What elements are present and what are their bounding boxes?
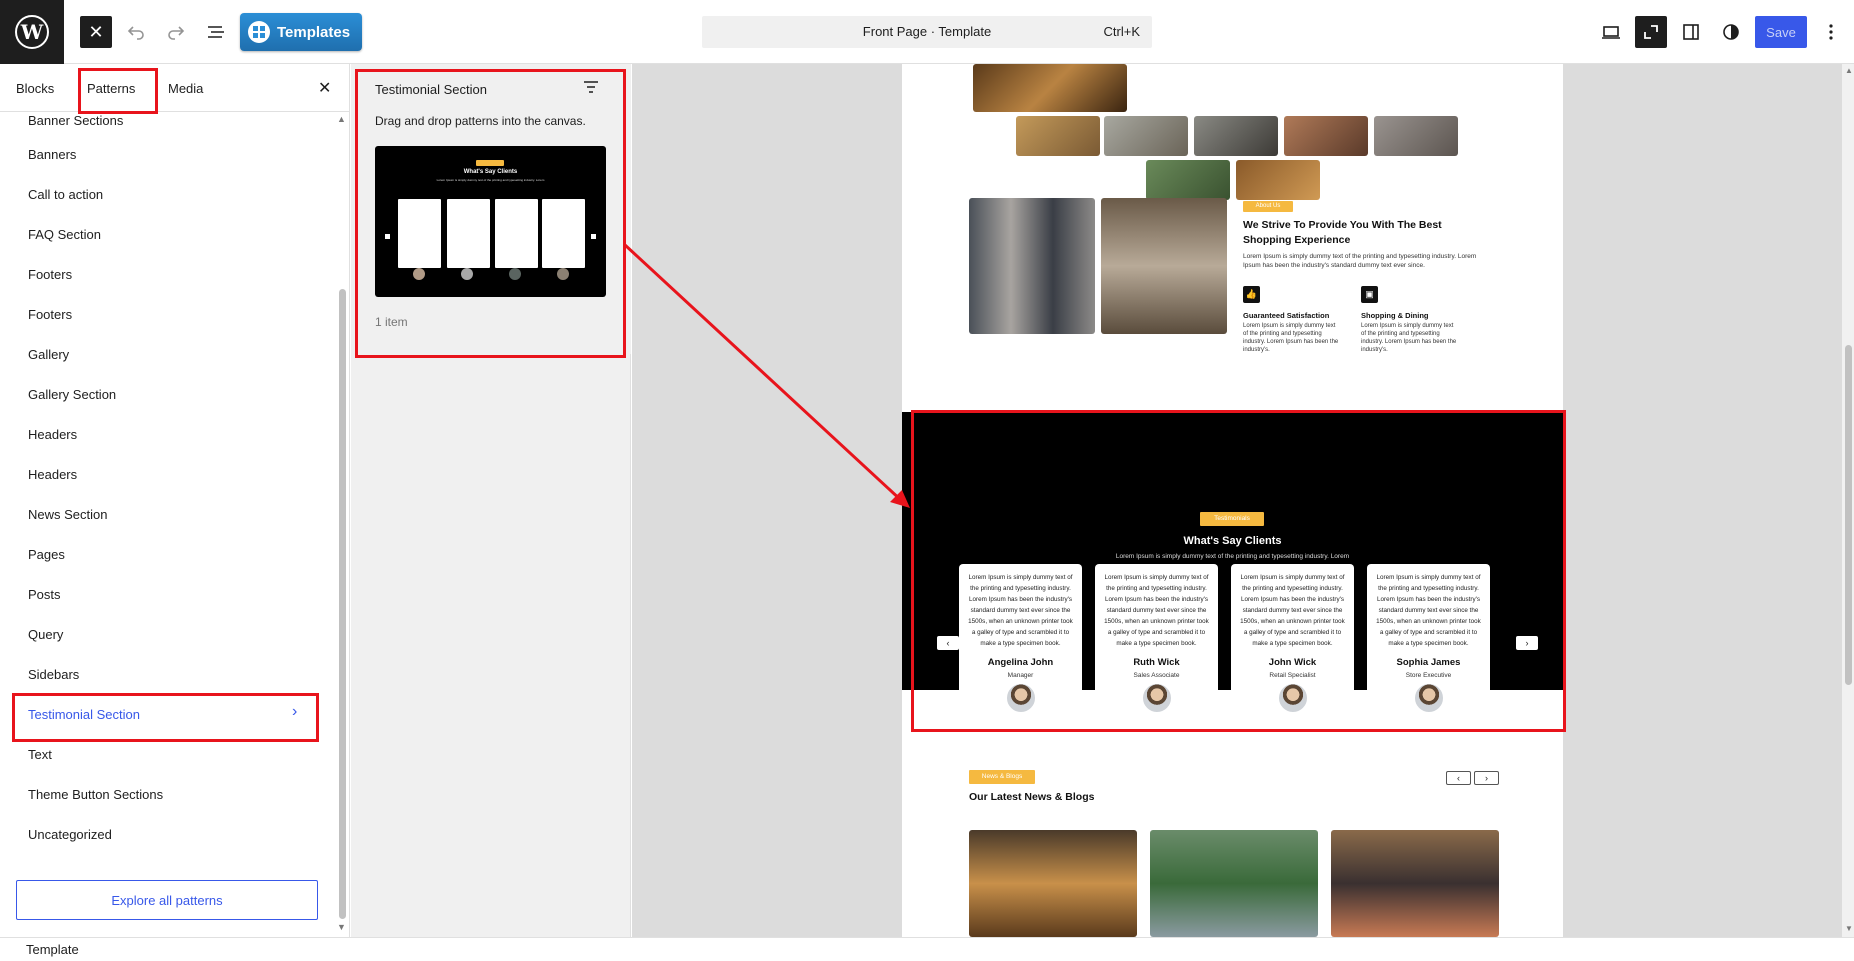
shopping-bag-icon: ▣	[1361, 286, 1378, 303]
thumbs-up-icon: 👍	[1243, 286, 1260, 303]
scroll-down-arrow-icon[interactable]: ▼	[337, 922, 346, 932]
highlight-patterns-tab	[78, 68, 158, 114]
category-item[interactable]: Banner Sections	[28, 113, 123, 128]
sidebar-scrollbar[interactable]	[339, 289, 346, 919]
category-item[interactable]: FAQ Section	[28, 227, 101, 242]
category-item[interactable]: Pages	[28, 547, 65, 562]
category-item[interactable]: Posts	[28, 587, 61, 602]
gallery-image	[1374, 116, 1458, 156]
gallery-image	[1016, 116, 1100, 156]
wordpress-logo-icon[interactable]: W	[0, 0, 64, 64]
settings-sidebar-icon[interactable]	[1675, 16, 1707, 48]
category-item[interactable]: Footers	[28, 267, 72, 282]
about-body: Lorem Ipsum is simply dummy text of the …	[1243, 253, 1477, 269]
feature-title: Shopping & Dining	[1361, 311, 1429, 320]
category-item[interactable]: Banners	[28, 147, 76, 162]
annotation-arrow-icon	[623, 243, 910, 508]
undo-icon[interactable]	[120, 16, 152, 48]
news-prev-arrow-icon[interactable]: ‹	[1446, 771, 1471, 785]
category-item[interactable]: Headers	[28, 427, 77, 442]
document-title: Front Page · Template	[862, 24, 992, 39]
scroll-up-arrow-icon[interactable]: ▲	[1845, 66, 1853, 75]
close-inserter-icon[interactable]: ✕	[318, 78, 331, 98]
gallery-image	[1146, 160, 1230, 200]
document-overview-icon[interactable]	[200, 16, 232, 48]
feature-text: Lorem Ipsum is simply dummy text of the …	[1361, 323, 1457, 353]
shortcut-hint: Ctrl+K	[1103, 24, 1140, 39]
category-item[interactable]: Sidebars	[28, 667, 79, 682]
gallery-image	[1104, 116, 1188, 156]
highlight-testimonial-category	[12, 693, 319, 742]
category-item[interactable]: Uncategorized	[28, 827, 112, 842]
close-icon[interactable]: ✕	[80, 16, 112, 48]
category-item[interactable]: Call to action	[28, 187, 103, 202]
canvas-scrollbar-thumb[interactable]	[1845, 345, 1852, 685]
category-item[interactable]: Gallery Section	[28, 387, 116, 402]
tab-media[interactable]: Media	[168, 81, 203, 96]
category-item[interactable]: Headers	[28, 467, 77, 482]
pattern-category-list: Banner Sections Banners Call to action F…	[0, 113, 340, 937]
templates-button[interactable]: Templates	[240, 13, 362, 51]
about-heading: We Strive To Provide You With The Best S…	[1243, 219, 1442, 246]
category-item[interactable]: News Section	[28, 507, 107, 522]
category-item[interactable]: Text	[28, 747, 52, 762]
gallery-image	[1236, 160, 1320, 200]
category-item[interactable]: Theme Button Sections	[28, 787, 163, 802]
scroll-up-arrow-icon[interactable]: ▲	[337, 114, 346, 124]
news-image	[969, 830, 1137, 937]
news-heading: Our Latest News & Blogs	[969, 791, 1095, 803]
block-breadcrumb-bar: Template	[0, 937, 1854, 961]
styles-icon[interactable]	[1715, 16, 1747, 48]
explore-all-patterns-button[interactable]: Explore all patterns	[16, 880, 318, 920]
gallery-image	[1284, 116, 1368, 156]
about-image-mall	[1101, 198, 1227, 334]
svg-text:W: W	[20, 20, 44, 44]
editor-header: W ✕ Templates Front Page · Template Ctrl…	[0, 0, 1854, 64]
highlight-pattern-preview	[355, 69, 626, 358]
category-item[interactable]: Footers	[28, 307, 72, 322]
about-badge: About Us	[1243, 201, 1293, 212]
news-image	[1150, 830, 1318, 937]
redo-icon[interactable]	[160, 16, 192, 48]
gallery-image	[1194, 116, 1278, 156]
news-badge: News & Blogs	[969, 770, 1035, 784]
block-inserter-sidebar: Blocks Patterns Media ✕ Banner Sections …	[0, 64, 350, 937]
inserter-tabs: Blocks Patterns Media ✕	[0, 64, 350, 112]
category-item[interactable]: Gallery	[28, 347, 69, 362]
zoom-out-icon[interactable]	[1635, 16, 1667, 48]
tab-blocks[interactable]: Blocks	[16, 81, 54, 96]
highlight-inserted-section	[911, 410, 1566, 732]
news-image	[1331, 830, 1499, 937]
templates-icon	[248, 21, 270, 43]
scroll-down-arrow-icon[interactable]: ▼	[1845, 924, 1853, 933]
news-next-arrow-icon[interactable]: ›	[1474, 771, 1499, 785]
command-center[interactable]: Front Page · Template Ctrl+K	[702, 16, 1152, 48]
gallery-image	[973, 64, 1127, 112]
templates-label: Templates	[277, 23, 351, 41]
desktop-preview-icon[interactable]	[1595, 16, 1627, 48]
category-item[interactable]: Query	[28, 627, 63, 642]
options-menu-icon[interactable]	[1815, 16, 1847, 48]
save-button[interactable]: Save	[1755, 16, 1807, 48]
breadcrumb[interactable]: Template	[26, 942, 79, 957]
feature-title: Guaranteed Satisfaction	[1243, 311, 1330, 320]
about-image-store	[969, 198, 1095, 334]
feature-text: Lorem Ipsum is simply dummy text of the …	[1243, 323, 1339, 353]
